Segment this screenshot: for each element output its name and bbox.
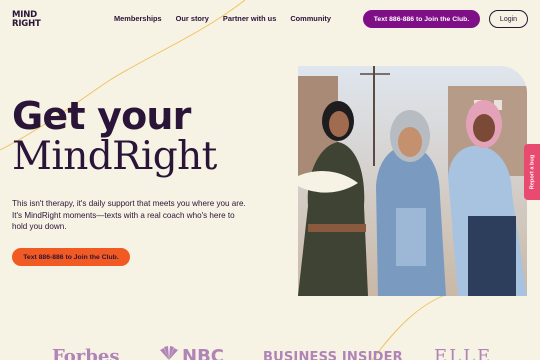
forbes-logo: Forbes <box>52 346 120 360</box>
elle-logo: ELLE <box>434 346 493 360</box>
logo-line-2: RIGHT <box>12 18 41 29</box>
mindright-logo[interactable]: MIND RIGHT <box>12 11 41 28</box>
main-nav: Memberships Our story Partner with us Co… <box>114 14 331 23</box>
business-insider-logo: BUSINESS INSIDER <box>263 350 403 360</box>
hero-description: This isn't therapy, it's daily support t… <box>12 199 246 231</box>
peacock-icon <box>160 346 178 360</box>
press-logos: Forbes NBC BUSINESS INSIDER ELLE <box>0 346 540 360</box>
report-bug-tab[interactable]: Report a bug <box>524 144 540 200</box>
join-club-button-header[interactable]: Text 886-886 to Join the Club. <box>363 10 480 28</box>
hero-heading-line-2: MindRight <box>12 134 217 179</box>
report-bug-label: Report a bug <box>529 154 535 190</box>
hero-heading-line-1: Get your <box>12 94 191 138</box>
login-button[interactable]: Login <box>489 10 528 28</box>
nbc-logo: NBC <box>158 346 224 360</box>
nbc-logo-text: NBC <box>182 346 224 360</box>
hero-photo-graphic <box>298 66 527 296</box>
join-club-button-hero[interactable]: Text 886-886 to Join the Club. <box>12 248 130 266</box>
hero-photo <box>298 66 527 296</box>
nav-item-memberships[interactable]: Memberships <box>114 14 162 23</box>
nav-item-our-story[interactable]: Our story <box>176 14 209 23</box>
nav-item-community[interactable]: Community <box>290 14 331 23</box>
nav-item-partner-with-us[interactable]: Partner with us <box>223 14 276 23</box>
